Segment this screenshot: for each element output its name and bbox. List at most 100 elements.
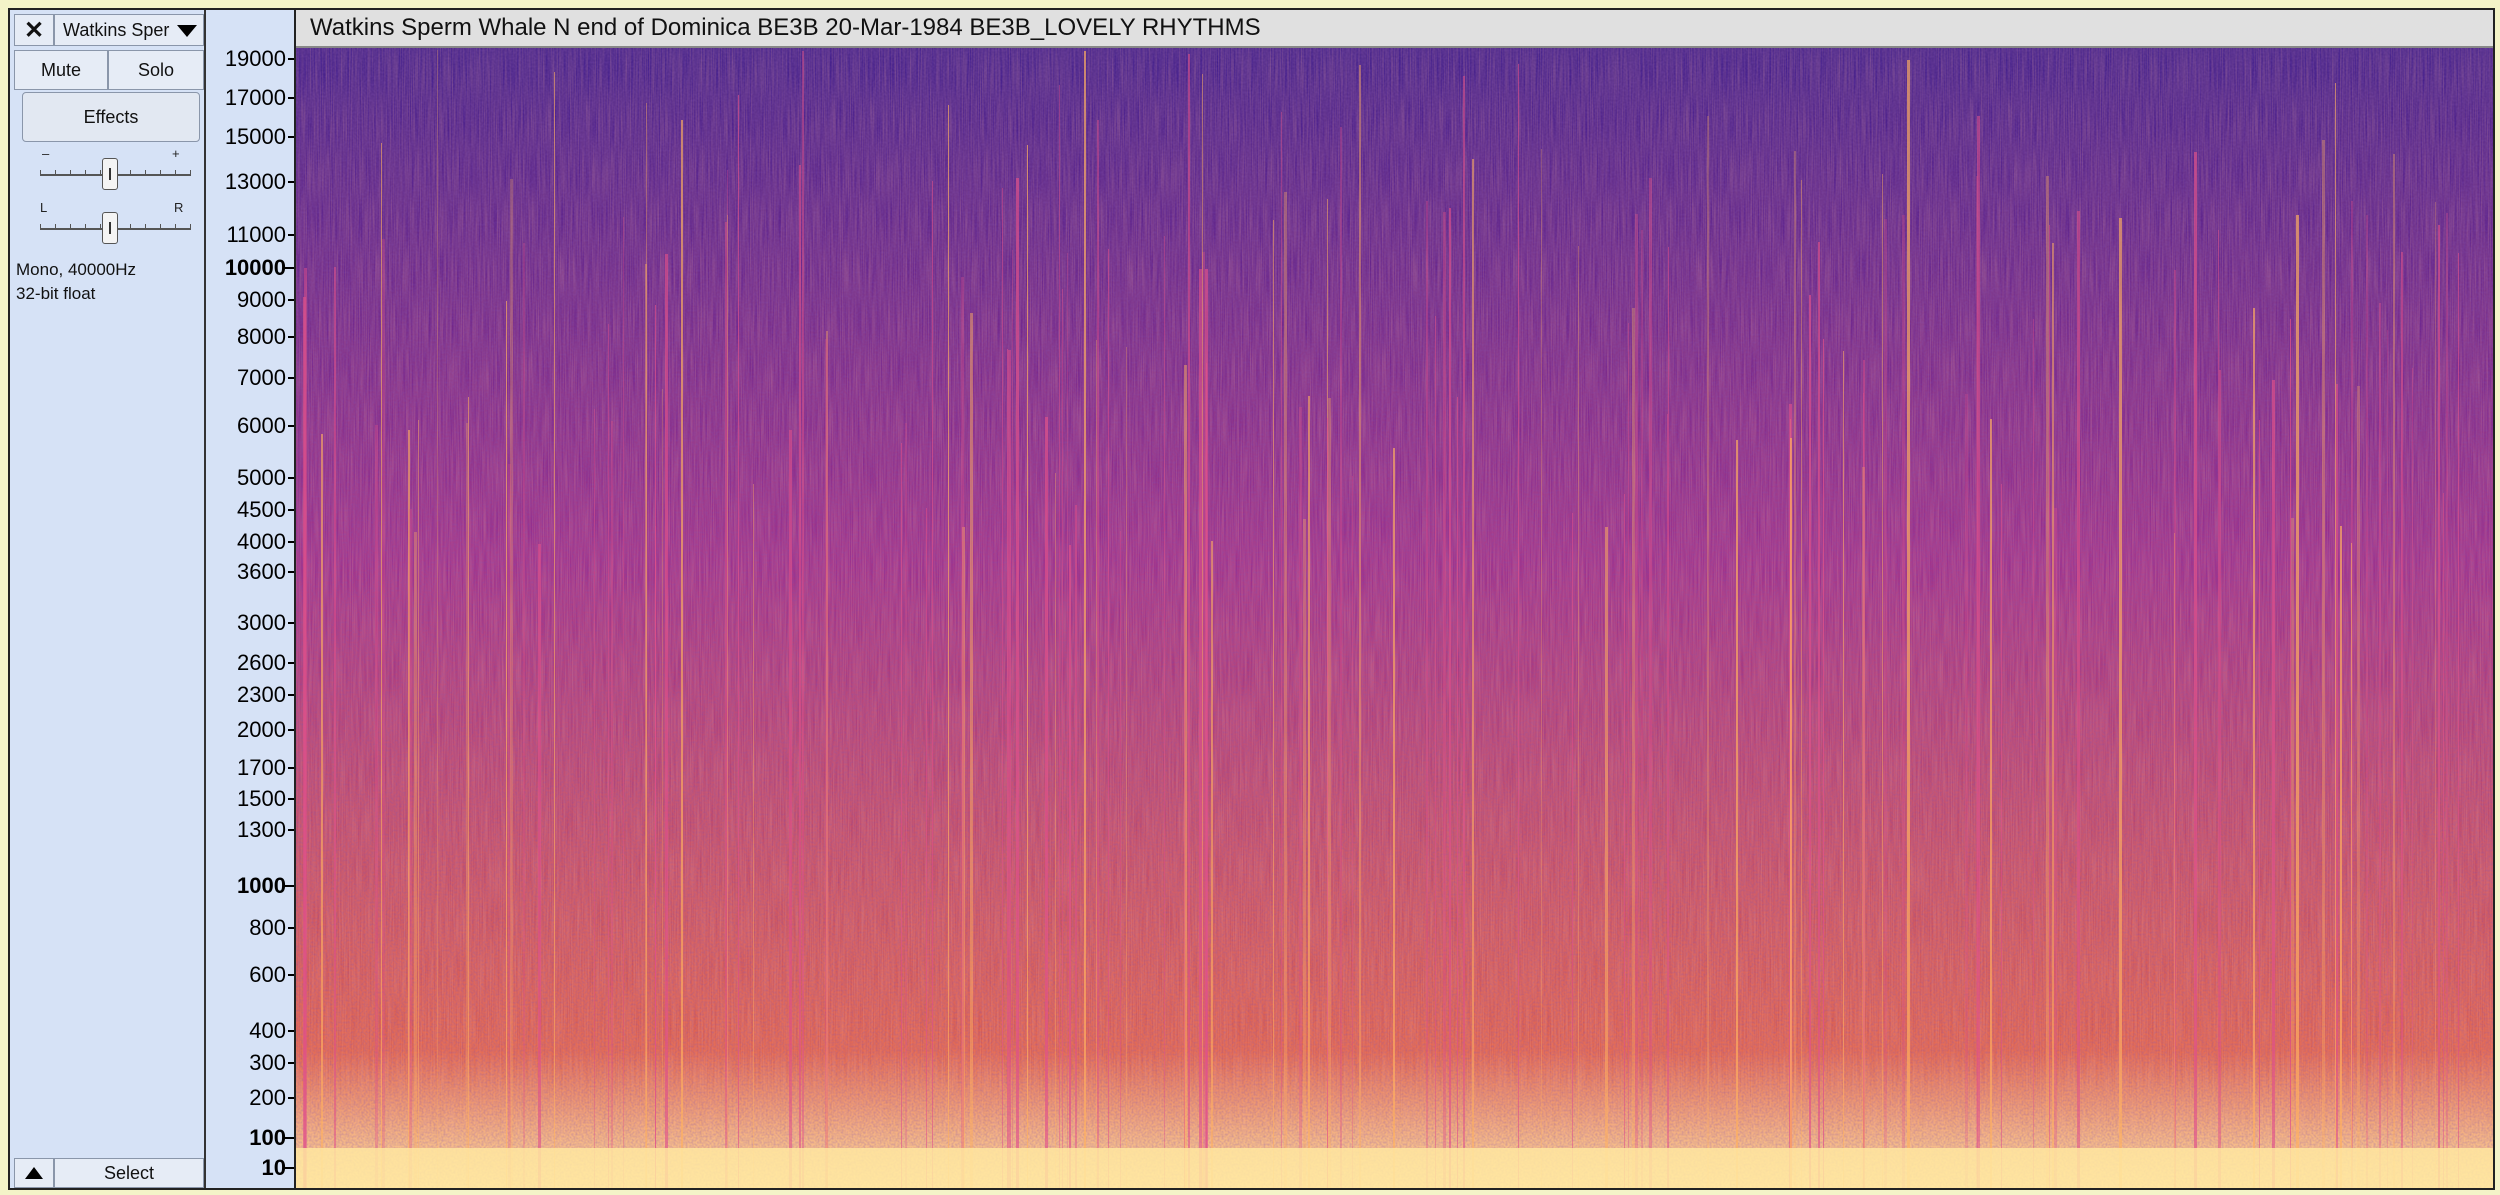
spectrogram-streak — [1668, 247, 1669, 1188]
mute-button[interactable]: Mute — [14, 50, 108, 90]
frequency-label: 2300 — [237, 681, 286, 707]
spectrogram-streak — [510, 179, 513, 1188]
pan-right-label: R — [174, 200, 184, 215]
frequency-label: 2600 — [237, 650, 286, 676]
spectrogram-streak — [1794, 151, 1796, 1188]
spectrogram-streak — [381, 143, 382, 1188]
frequency-tick — [284, 885, 294, 888]
spectrogram-streak — [1084, 51, 1086, 1188]
spectrogram-streak — [1707, 116, 1709, 1188]
mute-label: Mute — [40, 59, 82, 80]
frequency-label: 13000 — [224, 169, 286, 195]
pan-left-label: L — [40, 200, 48, 215]
spectrogram-streak — [1062, 289, 1063, 1188]
frequency-tick — [288, 1061, 294, 1064]
spectrogram-streak — [2379, 303, 2381, 1188]
spectrogram-streak — [645, 264, 647, 1188]
spectrogram-streak — [1188, 54, 1190, 1188]
spectrogram-streak — [2174, 533, 2175, 1188]
frequency-label: 19000 — [224, 46, 286, 72]
frequency-label: 200 — [249, 1085, 286, 1110]
spectrogram-streak — [1965, 394, 1968, 1188]
spectrogram-streak — [1443, 212, 1446, 1188]
spectrogram-streak — [2253, 308, 2255, 1188]
solo-button[interactable]: Solo — [108, 50, 204, 90]
select-label: Select — [103, 1162, 155, 1183]
spectrogram-streak — [1572, 513, 1573, 1188]
spectrogram-streak — [2438, 225, 2440, 1188]
frequency-tick — [288, 693, 294, 696]
spectrogram-streak — [1205, 269, 1208, 1188]
spectrogram-streak — [1328, 398, 1331, 1188]
spectrogram-streak — [1075, 505, 1077, 1188]
spectrogram-streak — [409, 509, 412, 1188]
spectrogram-streak — [727, 215, 728, 1188]
frequency-label: 100 — [249, 1124, 286, 1150]
spectrogram-streak — [799, 165, 801, 1188]
spectrogram-streak — [665, 254, 668, 1188]
spectrogram-streak — [2357, 386, 2360, 1188]
spectrogram-streak — [1818, 242, 1820, 1188]
spectrogram-streak — [1393, 448, 1395, 1188]
spectrogram-streak — [2435, 202, 2436, 1188]
spectrogram-streak — [970, 313, 973, 1188]
gain-plus-label: + — [172, 146, 180, 161]
spectrogram-streak — [725, 222, 727, 1188]
spectrogram-streak — [1457, 397, 1458, 1188]
spectrogram-streak — [825, 339, 828, 1188]
chevron-down-icon — [177, 25, 197, 37]
spectrogram-streak — [1097, 120, 1099, 1188]
select-track-button[interactable]: Select — [54, 1158, 204, 1188]
spectrogram-streak — [1059, 85, 1060, 1188]
spectrogram-streak — [2446, 213, 2448, 1188]
spectrogram-streak — [1667, 414, 1668, 1188]
frequency-tick — [288, 96, 294, 99]
track-name-label: Watkins Sper — [63, 19, 170, 40]
spectrogram-streak — [523, 243, 525, 1188]
spectrogram-streak — [1632, 308, 1635, 1188]
frequency-label: 2000 — [237, 717, 286, 743]
effects-button[interactable]: Effects — [22, 92, 200, 142]
spectrogram-streak — [2291, 518, 2294, 1188]
pan-slider-thumb[interactable] — [102, 212, 118, 244]
spectrogram-streak — [1635, 214, 1638, 1188]
spectrogram-streak — [1843, 351, 1844, 1188]
close-track-button[interactable]: ✕ — [14, 14, 54, 46]
frequency-tick — [288, 829, 294, 832]
frequency-label: 3000 — [237, 610, 286, 636]
clip-title-bar[interactable]: Watkins Sperm Whale N end of Dominica BE… — [296, 10, 2493, 48]
frequency-label: 4500 — [237, 497, 286, 523]
spectrogram-streak — [1281, 112, 1282, 1188]
spectrogram-streak — [1990, 419, 1992, 1188]
spectrogram-streak — [1027, 145, 1028, 1188]
frequency-tick — [288, 477, 294, 480]
close-icon: ✕ — [23, 16, 45, 44]
spectrogram-streak — [321, 434, 323, 1188]
spectrogram-streak — [418, 420, 419, 1188]
spectrogram-streak — [1164, 236, 1165, 1188]
track-name-menu-button[interactable]: Watkins Sper — [54, 14, 204, 46]
spectrogram-streak — [1184, 494, 1185, 1188]
spectrogram-streak — [466, 423, 468, 1188]
frequency-tick — [288, 1030, 294, 1033]
spectrogram-streak — [1605, 527, 1608, 1188]
frequency-label: 400 — [249, 1018, 286, 1044]
spectrogram-view[interactable] — [296, 48, 2493, 1188]
spectrogram-streak — [2194, 152, 2197, 1188]
collapse-track-button[interactable] — [14, 1158, 54, 1188]
frequency-tick — [288, 298, 294, 301]
frequency-tick — [288, 622, 294, 625]
frequency-tick — [288, 767, 294, 770]
spectrogram-streak — [1340, 127, 1342, 1188]
spectrogram-streak — [2393, 154, 2395, 1188]
frequency-label: 17000 — [224, 84, 286, 110]
frequency-tick — [284, 1136, 294, 1139]
gain-slider-thumb[interactable] — [102, 158, 118, 190]
spectrogram-streak — [2119, 218, 2122, 1188]
spectrogram-streak — [1002, 188, 1003, 1188]
spectrogram-streak — [414, 532, 417, 1188]
frequency-tick — [288, 335, 294, 338]
spectrogram-streak — [2049, 225, 2050, 1188]
spectrogram-streak — [1882, 174, 1883, 1188]
spectrogram-streak — [611, 421, 613, 1188]
